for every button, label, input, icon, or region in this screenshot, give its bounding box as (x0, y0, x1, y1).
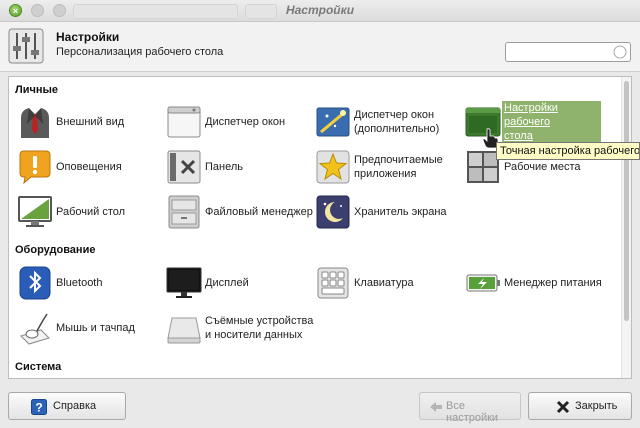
settings-item-file-manager[interactable]: Файловый менеджер (166, 192, 314, 232)
settings-item-appearance[interactable]: Внешний вид (17, 102, 165, 142)
settings-item-display[interactable]: Дисплей (166, 263, 314, 303)
category-system: Система (15, 361, 62, 373)
settings-sliders-icon (8, 28, 44, 64)
settings-item-preferred-apps[interactable]: Предпочитаемые приложения (315, 147, 463, 187)
settings-item-panel[interactable]: Панель (166, 147, 314, 187)
item-label: Файловый менеджер (205, 206, 313, 218)
star-icon (316, 150, 350, 184)
item-label: Менеджер питания (504, 277, 602, 289)
suit-tie-icon (21, 107, 49, 138)
item-label: Рабочий стол (56, 206, 126, 218)
item-label: Мышь и тачпад (56, 322, 135, 334)
display-monitor-icon (166, 267, 202, 298)
help-label: Справка (53, 400, 97, 412)
settings-item-power-manager[interactable]: Менеджер питания (465, 263, 613, 303)
close-label: Закрыть (575, 400, 618, 412)
desktop-monitor-icon (18, 196, 52, 227)
item-label: Оповещения (56, 161, 122, 173)
settings-item-removable-drives[interactable]: Съёмные устройства и носители данных (166, 308, 314, 348)
back-arrow-icon (430, 402, 442, 412)
bluetooth-icon (19, 266, 51, 300)
speech-bubble-exclamation-icon (19, 150, 51, 185)
search-clear-icon[interactable] (613, 45, 627, 59)
keyboard-icon (317, 267, 349, 299)
item-label: Рабочие места (504, 161, 581, 173)
category-hardware: Оборудование (15, 244, 96, 256)
settings-item-screensaver[interactable]: Хранитель экрана (315, 192, 463, 232)
tooltip: Точная настройка рабочего с (496, 142, 640, 160)
scrollbar[interactable] (621, 77, 631, 378)
all-settings-button[interactable]: Все настройки (419, 392, 521, 424)
settings-item-window-manager-tweaks[interactable]: Диспетчер окон (дополнительно) (315, 102, 463, 142)
close-button[interactable]: Закрыть (528, 392, 632, 420)
item-label: Внешний вид (56, 116, 125, 128)
settings-item-keyboard[interactable]: Клавиатура (315, 263, 463, 303)
window-title: Настройки (285, 3, 355, 17)
item-label: Диспетчер окон (дополнительно) (354, 109, 440, 135)
help-icon: ? (31, 399, 47, 415)
item-label: Дисплей (205, 277, 249, 289)
settings-grid: Личные Внешний вид Диспетчер окон Диспет… (8, 76, 632, 379)
page-subtitle: Персонализация рабочего стола (56, 46, 224, 58)
search-input[interactable] (505, 42, 631, 62)
removable-drive-icon (167, 317, 201, 344)
settings-item-mouse-touchpad[interactable]: Мышь и тачпад (17, 308, 165, 348)
battery-power-icon (466, 274, 500, 292)
settings-item-window-manager[interactable]: Диспетчер окон (166, 102, 314, 142)
help-button[interactable]: ? Справка (8, 392, 126, 420)
item-label: Настройки рабочего стола (502, 101, 601, 143)
item-label: Bluetooth (56, 277, 103, 289)
svg-text:?: ? (35, 401, 42, 415)
window-sparkle-icon (316, 107, 350, 137)
header: Настройки Персонализация рабочего стола (0, 22, 640, 72)
all-settings-label: Все настройки (446, 400, 499, 424)
file-cabinet-icon (168, 195, 200, 229)
screensaver-moon-icon (316, 195, 350, 229)
settings-item-bluetooth[interactable]: Bluetooth (17, 263, 165, 303)
settings-item-notifications[interactable]: Оповещения (17, 147, 165, 187)
item-label: Съёмные устройства и носители данных (205, 315, 314, 341)
item-label: Хранитель экрана (354, 206, 447, 218)
item-label: Предпочитаемые приложения (354, 154, 443, 180)
scrollbar-thumb[interactable] (624, 81, 629, 321)
panel-icon (167, 150, 201, 184)
close-x-icon (556, 400, 570, 414)
page-title: Настройки (56, 30, 120, 44)
settings-item-desktop[interactable]: Рабочий стол (17, 192, 165, 232)
window-icon (167, 106, 201, 138)
title-bar: × Настройки (0, 0, 640, 22)
item-label: Клавиатура (354, 277, 414, 289)
mouse-touchpad-icon (20, 313, 50, 345)
item-label: Диспетчер окон (205, 116, 286, 128)
category-personal: Личные (15, 84, 59, 96)
item-label: Панель (205, 161, 244, 173)
